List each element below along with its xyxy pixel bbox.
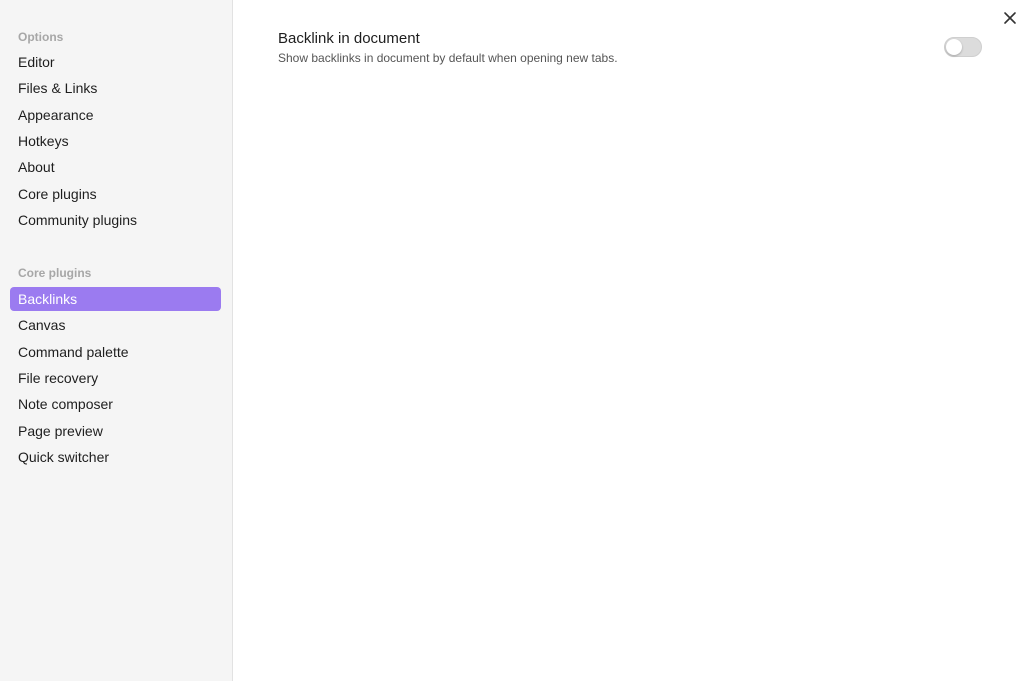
sidebar-item-command-palette[interactable]: Command palette <box>10 340 221 364</box>
close-button[interactable] <box>999 7 1021 29</box>
settings-sidebar: Options Editor Files & Links Appearance … <box>0 0 233 681</box>
settings-content: Backlink in document Show backlinks in d… <box>234 0 1024 681</box>
sidebar-item-appearance[interactable]: Appearance <box>10 103 221 127</box>
backlink-in-document-toggle[interactable] <box>944 37 982 57</box>
sidebar-item-core-plugins[interactable]: Core plugins <box>10 182 221 206</box>
toggle-knob <box>946 39 962 55</box>
sidebar-item-note-composer[interactable]: Note composer <box>10 392 221 416</box>
options-heading: Options <box>18 30 64 44</box>
setting-name: Backlink in document <box>278 30 420 47</box>
close-icon <box>1004 12 1016 24</box>
sidebar-item-files-links[interactable]: Files & Links <box>10 76 221 100</box>
sidebar-item-file-recovery[interactable]: File recovery <box>10 366 221 390</box>
sidebar-item-page-preview[interactable]: Page preview <box>10 419 221 443</box>
sidebar-item-community-plugins[interactable]: Community plugins <box>10 208 221 232</box>
sidebar-item-hotkeys[interactable]: Hotkeys <box>10 129 221 153</box>
core-plugins-heading: Core plugins <box>18 266 92 280</box>
sidebar-item-canvas[interactable]: Canvas <box>10 313 221 337</box>
sidebar-item-about[interactable]: About <box>10 155 221 179</box>
sidebar-item-editor[interactable]: Editor <box>10 50 221 74</box>
setting-description: Show backlinks in document by default wh… <box>278 51 618 65</box>
sidebar-item-backlinks[interactable]: Backlinks <box>10 287 221 311</box>
sidebar-item-quick-switcher[interactable]: Quick switcher <box>10 445 221 469</box>
